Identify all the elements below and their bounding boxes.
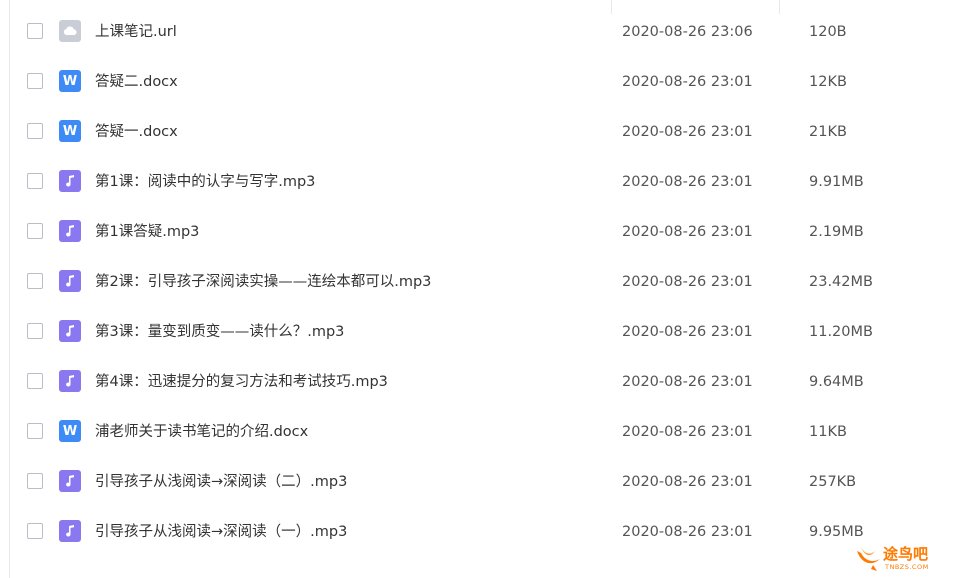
word-file-icon: W	[59, 420, 81, 442]
file-size: 9.64MB	[809, 374, 864, 390]
file-name[interactable]: 第1课：阅读中的认字与写字.mp3	[95, 172, 315, 192]
file-size: 11KB	[809, 424, 847, 440]
site-watermark: 途鸟吧 TNBZS.COM	[853, 541, 953, 575]
file-row[interactable]: W 答疑一.docx 2020-08-26 23:01 21KB	[0, 107, 955, 157]
file-name[interactable]: 第2课：引导孩子深阅读实操——连绘本都可以.mp3	[95, 272, 431, 292]
file-row[interactable]: 引导孩子从浅阅读→深阅读（二）.mp3 2020-08-26 23:01 257KB	[0, 457, 955, 507]
file-row[interactable]: 引导孩子从浅阅读→深阅读（一）.mp3 2020-08-26 23:01 9.95M…	[0, 507, 955, 557]
word-file-icon: W	[59, 70, 81, 92]
row-checkbox[interactable]	[27, 373, 43, 389]
file-name[interactable]: 浦老师关于读书笔记的介绍.docx	[95, 422, 308, 442]
file-size: 257KB	[809, 474, 857, 490]
file-row[interactable]: 第1课答疑.mp3 2020-08-26 23:01 2.19MB	[0, 207, 955, 257]
file-name[interactable]: 第3课：量变到质变——读什么？.mp3	[95, 322, 344, 342]
file-list: 免费下载10000G海量学习资源.url2020-08-26 23:06120B…	[0, 0, 955, 557]
file-modified-date: 2020-08-26 23:01	[622, 424, 753, 440]
row-checkbox[interactable]	[27, 473, 43, 489]
link-file-icon	[59, 20, 81, 42]
row-checkbox[interactable]	[27, 423, 43, 439]
word-file-icon: W	[59, 120, 81, 142]
file-size: 9.91MB	[809, 174, 864, 190]
file-modified-date: 2020-08-26 23:01	[622, 124, 753, 140]
row-checkbox[interactable]	[27, 123, 43, 139]
file-name[interactable]: 答疑二.docx	[95, 72, 178, 92]
row-checkbox[interactable]	[27, 23, 43, 39]
row-checkbox[interactable]	[27, 523, 43, 539]
file-name[interactable]: 第1课答疑.mp3	[95, 222, 199, 242]
file-row[interactable]: 第4课：迅速提分的复习方法和考试技巧.mp3 2020-08-26 23:01 9.…	[0, 357, 955, 407]
audio-file-icon	[59, 220, 81, 242]
file-modified-date: 2020-08-26 23:01	[622, 174, 753, 190]
file-size: 21KB	[809, 124, 847, 140]
file-modified-date: 2020-08-26 23:01	[622, 374, 753, 390]
audio-file-icon	[59, 320, 81, 342]
file-modified-date: 2020-08-26 23:01	[622, 474, 753, 490]
row-checkbox[interactable]	[27, 223, 43, 239]
row-checkbox[interactable]	[27, 73, 43, 89]
file-modified-date: 2020-08-26 23:01	[622, 274, 753, 290]
file-size: 9.95MB	[809, 524, 864, 540]
file-modified-date: 2020-08-26 23:01	[622, 524, 753, 540]
file-row[interactable]: 免费下载10000G海量学习资源.url2020-08-26 23:06120B	[0, 0, 955, 7]
file-row[interactable]: 第1课：阅读中的认字与写字.mp3 2020-08-26 23:01 9.91MB	[0, 157, 955, 207]
file-modified-date: 2020-08-26 23:06	[622, 24, 753, 40]
row-checkbox[interactable]	[27, 173, 43, 189]
audio-file-icon	[59, 270, 81, 292]
row-checkbox[interactable]	[27, 273, 43, 289]
bird-logo-icon	[857, 547, 880, 571]
row-checkbox[interactable]	[27, 323, 43, 339]
audio-file-icon	[59, 520, 81, 542]
file-modified-date: 2020-08-26 23:01	[622, 224, 753, 240]
file-row[interactable]: W 答疑二.docx 2020-08-26 23:01 12KB	[0, 57, 955, 107]
file-name[interactable]: 答疑一.docx	[95, 122, 178, 142]
file-row[interactable]: W 浦老师关于读书笔记的介绍.docx 2020-08-26 23:01 11KB	[0, 407, 955, 457]
file-name[interactable]: 引导孩子从浅阅读→深阅读（二）.mp3	[95, 472, 347, 492]
file-row[interactable]: 第3课：量变到质变——读什么？.mp3 2020-08-26 23:01 11.20…	[0, 307, 955, 357]
file-size: 23.42MB	[809, 274, 873, 290]
file-size: 2.19MB	[809, 224, 864, 240]
audio-file-icon	[59, 170, 81, 192]
file-modified-date: 2020-08-26 23:01	[622, 324, 753, 340]
file-size: 11.20MB	[809, 324, 873, 340]
file-row[interactable]: 第2课：引导孩子深阅读实操——连绘本都可以.mp3 2020-08-26 23:0…	[0, 257, 955, 307]
file-name[interactable]: 第4课：迅速提分的复习方法和考试技巧.mp3	[95, 372, 388, 392]
watermark-subtitle: TNBZS.COM	[885, 563, 929, 571]
file-size: 120B	[809, 24, 847, 40]
file-name[interactable]: 引导孩子从浅阅读→深阅读（一）.mp3	[95, 522, 347, 542]
file-size: 12KB	[809, 74, 847, 90]
audio-file-icon	[59, 470, 81, 492]
watermark-title: 途鸟吧	[883, 545, 929, 563]
file-modified-date: 2020-08-26 23:01	[622, 74, 753, 90]
file-name[interactable]: 上课笔记.url	[95, 22, 177, 42]
file-row[interactable]: 上课笔记.url 2020-08-26 23:06 120B	[0, 7, 955, 57]
audio-file-icon	[59, 370, 81, 392]
